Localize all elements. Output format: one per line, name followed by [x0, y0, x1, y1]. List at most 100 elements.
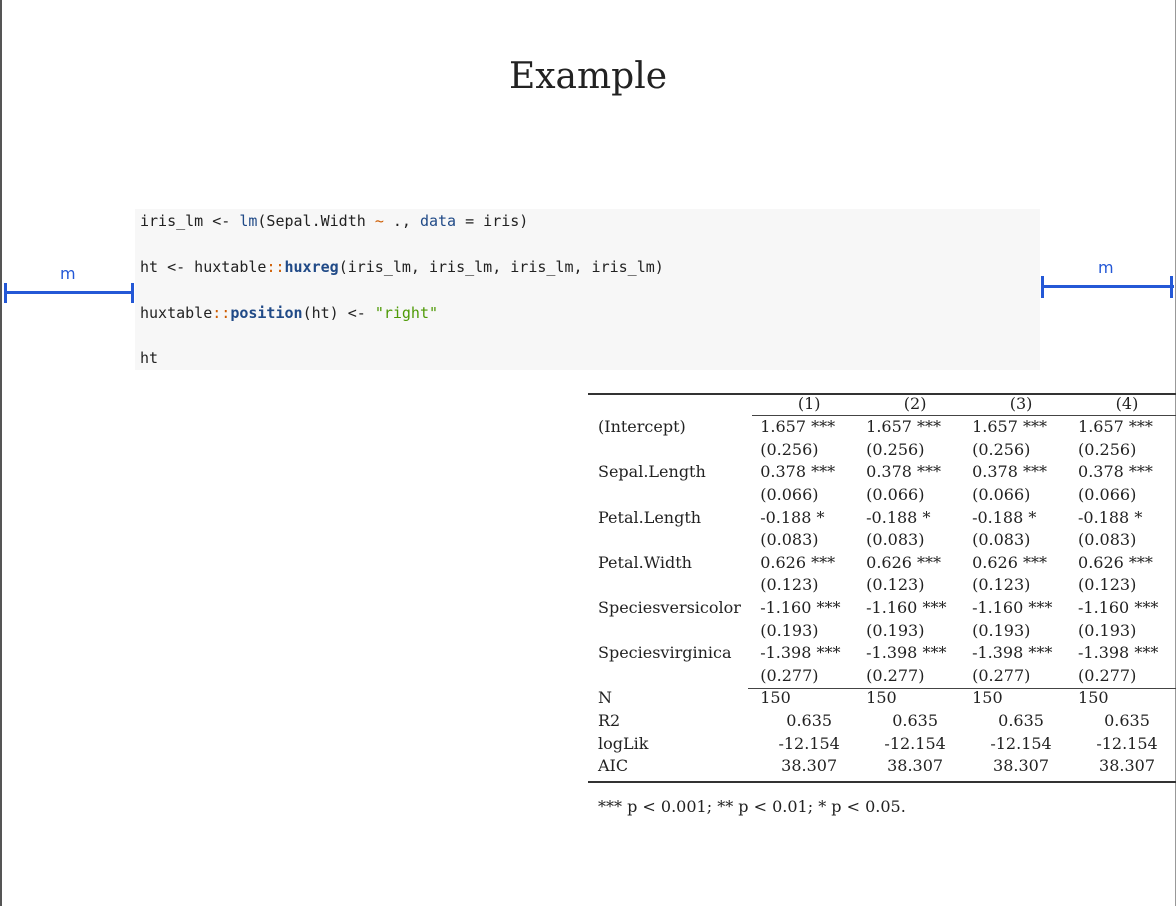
table-row: (0.123) (0.123) (0.123) (0.123): [588, 574, 1176, 597]
stats-rows: N 150 150 150 150 R2 0.635 0.635 0.635 0.635 logLi…: [588, 687, 1176, 777]
cell-col-1: (0.256): [760, 439, 819, 459]
row-label: Petal.Width: [598, 552, 692, 572]
cell-col-2: (0.066): [866, 485, 925, 505]
row-label: [588, 574, 752, 597]
cell-col-3: (0.066): [972, 485, 1031, 505]
table-row: (0.083) (0.083) (0.083) (0.083): [588, 529, 1176, 552]
cell-col-2: -1.160 ***: [866, 598, 947, 618]
table-row: Speciesversicolor -1.160 *** -1.160 *** -1.…: [588, 597, 1176, 620]
row-label: N: [598, 688, 612, 708]
cell-col-2: (0.123): [866, 575, 925, 595]
cell-col-1: 38.307: [781, 756, 838, 776]
header-col-3: (3): [964, 393, 1071, 416]
row-label: [588, 439, 752, 462]
row-label: [588, 484, 752, 507]
cell-col-1: -12.154: [778, 733, 840, 753]
left-margin-tick-end: [131, 283, 134, 303]
table-row: Speciesvirginica -1.398 *** -1.398 *** -1.3…: [588, 642, 1176, 665]
cell-col-2: -0.188 *: [866, 507, 931, 527]
table-bottom-rule: [588, 781, 1176, 783]
cell-col-1: 0.626 ***: [760, 552, 836, 572]
row-label: [588, 619, 752, 642]
cell-col-1: (0.193): [760, 620, 819, 640]
cell-col-2: (0.193): [866, 620, 925, 640]
cell-col-4: -1.160 ***: [1078, 598, 1159, 618]
row-label: [588, 665, 752, 688]
cell-col-1: (0.123): [760, 575, 819, 595]
table-row: (Intercept) 1.657 *** 1.657 *** 1.657 *** 1.…: [588, 416, 1176, 439]
table-row: R2 0.635 0.635 0.635 0.635: [588, 710, 1176, 733]
row-label: [588, 529, 752, 552]
table-row: N 150 150 150 150: [588, 687, 1176, 710]
cell-col-1: -0.188 *: [760, 507, 825, 527]
cell-col-3: (0.123): [972, 575, 1031, 595]
cell-col-3: -12.154: [990, 733, 1052, 753]
cell-col-3: (0.083): [972, 530, 1031, 550]
left-margin-bar: [4, 291, 134, 294]
code-line-4: ht: [140, 349, 159, 367]
cell-col-3: 1.657 ***: [972, 417, 1047, 437]
cell-col-3: (0.256): [972, 439, 1031, 459]
cell-col-4: (0.066): [1078, 485, 1137, 505]
cell-col-4: -12.154: [1096, 733, 1158, 753]
coef-rows: (Intercept) 1.657 *** 1.657 *** 1.657 *** 1.…: [588, 416, 1176, 688]
cell-col-4: (0.256): [1078, 439, 1137, 459]
table-row: Petal.Width 0.626 *** 0.626 *** 0.626 *** 0.…: [588, 552, 1176, 575]
right-margin-label: m: [1098, 258, 1114, 277]
cell-col-2: 0.378 ***: [866, 462, 942, 482]
cell-col-1: 1.657 ***: [760, 417, 836, 437]
cell-col-2: -12.154: [884, 733, 946, 753]
cell-col-1: 0.378 ***: [760, 462, 836, 482]
cell-col-4: 0.378 ***: [1078, 462, 1153, 482]
row-label: (Intercept): [598, 417, 686, 437]
code-block[interactable]: iris_lm <- lm(Sepal.Width ~ ., data = ir…: [135, 209, 1040, 370]
code-line-1: iris_lm <- lm(Sepal.Width ~ ., data = ir…: [140, 212, 529, 230]
cell-col-4: (0.193): [1078, 620, 1137, 640]
cell-col-3: 38.307: [993, 756, 1050, 776]
code-line-3: huxtable::position(ht) <- "right": [140, 304, 439, 322]
regression-table: (1) (2) (3) (4) (Intercept) 1.657 *** 1.65…: [588, 393, 1176, 778]
header-col-1: (1): [752, 393, 859, 416]
cell-col-1: -1.398 ***: [760, 643, 841, 663]
cell-col-3: 0.635: [998, 711, 1044, 731]
cell-col-2: -1.398 ***: [866, 643, 947, 663]
left-margin-tick-start: [4, 283, 7, 303]
cell-col-1: -1.160 ***: [760, 598, 841, 618]
cell-col-4: 150: [1078, 688, 1109, 708]
cell-col-4: 0.635: [1104, 711, 1150, 731]
page-title: Example: [508, 56, 668, 97]
table-row: (0.193) (0.193) (0.193) (0.193): [588, 619, 1176, 642]
right-margin-tick-end: [1170, 276, 1173, 298]
cell-col-3: 150: [972, 688, 1003, 708]
cell-col-2: (0.083): [866, 530, 925, 550]
row-label: Speciesversicolor: [598, 598, 741, 618]
row-label: AIC: [598, 756, 629, 776]
cell-col-2: 1.657 ***: [866, 417, 942, 437]
cell-col-1: (0.066): [760, 485, 819, 505]
cell-col-2: 0.626 ***: [866, 552, 942, 572]
cell-col-4: 1.657 ***: [1078, 417, 1153, 437]
cell-col-3: -1.398 ***: [972, 643, 1053, 663]
code-line-2: ht <- huxtable::huxreg(iris_lm, iris_lm,…: [140, 258, 664, 276]
cell-col-4: (0.123): [1078, 575, 1137, 595]
cell-col-4: (0.277): [1078, 665, 1137, 685]
cell-col-4: -0.188 *: [1078, 507, 1143, 527]
cell-col-1: (0.277): [760, 665, 819, 685]
row-label: Sepal.Length: [598, 462, 706, 482]
cell-col-4: 0.626 ***: [1078, 552, 1153, 572]
cell-col-3: (0.277): [972, 665, 1031, 685]
row-label: logLik: [598, 733, 649, 753]
significance-note: *** p < 0.001; ** p < 0.01; * p < 0.05.: [598, 797, 906, 816]
cell-col-4: -1.398 ***: [1078, 643, 1159, 663]
header-col-4: (4): [1070, 393, 1176, 416]
table-row: AIC 38.307 38.307 38.307 38.307: [588, 755, 1176, 778]
row-label: Petal.Length: [598, 507, 702, 527]
left-margin-label: m: [60, 264, 76, 283]
cell-col-3: -1.160 ***: [972, 598, 1053, 618]
header-empty: [588, 393, 752, 416]
cell-col-1: (0.083): [760, 530, 819, 550]
cell-col-4: (0.083): [1078, 530, 1137, 550]
cell-col-3: 0.626 ***: [972, 552, 1047, 572]
cell-col-1: 0.635: [786, 711, 833, 731]
table-mid-rule: [748, 688, 1176, 689]
